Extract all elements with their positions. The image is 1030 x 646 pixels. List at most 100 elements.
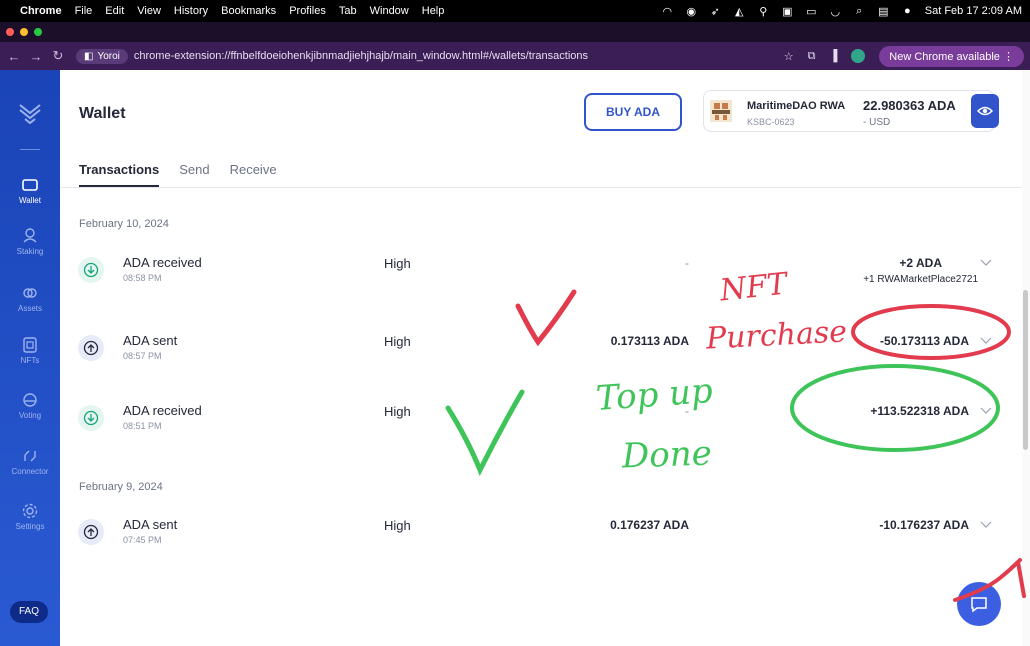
extensions-icon[interactable]: ⧉ (808, 50, 816, 63)
magnify-tool-icon[interactable]: ⚲ (757, 5, 770, 18)
transaction-type: ADA sent (123, 333, 178, 348)
transaction-time: 08:58 PM (123, 273, 162, 283)
control-center-icon[interactable]: ▤ (877, 5, 890, 18)
transaction-amount: +113.522318 ADA (870, 404, 969, 418)
wallet-name: MaritimeDAO RWA (747, 100, 846, 112)
sidebar-item-connector[interactable]: Connector (0, 447, 60, 476)
puzzle-icon: ◧ (84, 50, 94, 62)
sidebar-item-settings[interactable]: Settings (0, 502, 60, 531)
menubar-clock[interactable]: Sat Feb 17 2:09 AM (925, 5, 1022, 17)
back-icon[interactable]: ← (6, 49, 22, 64)
rocket-icon[interactable]: ➶ (709, 5, 722, 18)
sidebar-item-label: Connector (11, 467, 49, 476)
tabs-divider (60, 187, 1022, 188)
transaction-row[interactable]: ADA sent 08:57 PM High 0.173113 ADA -50.… (60, 326, 1022, 376)
sidebar-item-nfts[interactable]: NFTs (0, 336, 60, 365)
chat-support-button[interactable] (957, 582, 1001, 626)
menu-tab[interactable]: Tab (339, 5, 357, 17)
menu-bookmarks[interactable]: Bookmarks (221, 5, 276, 17)
wallet-avatar (710, 100, 732, 122)
buy-ada-button[interactable]: BUY ADA (584, 93, 682, 131)
transaction-row[interactable]: ADA received 08:58 PM High - +2 ADA +1 R… (60, 248, 1022, 298)
toggle-balance-button[interactable] (971, 94, 999, 128)
annotation-top-up: Top up (594, 370, 715, 420)
url-field[interactable]: chrome-extension://ffnbelfdoeiohenkjibnm… (134, 50, 588, 62)
close-window-button[interactable] (6, 28, 14, 36)
annotation-done: Done (621, 433, 713, 477)
transaction-fee: 0.173113 ADA (610, 334, 689, 348)
vpn-icon[interactable]: ◭ (733, 5, 746, 18)
chevron-down-icon[interactable] (980, 405, 992, 415)
annotation-nft: NFT (718, 266, 789, 309)
menu-edit[interactable]: Edit (105, 5, 124, 17)
transaction-type: ADA received (123, 403, 202, 418)
sidebar-divider (20, 149, 40, 150)
faq-button[interactable]: FAQ (10, 601, 48, 623)
sidebar-item-label: Staking (16, 247, 44, 256)
transaction-type: ADA received (123, 255, 202, 270)
sync-icon[interactable]: ◉ (685, 5, 698, 18)
battery-icon[interactable]: ▭ (805, 5, 818, 18)
voting-icon (23, 393, 37, 407)
minimize-window-button[interactable] (20, 28, 28, 36)
new-chrome-label: New Chrome available (889, 50, 1000, 63)
annotation-purchase: Purchase (705, 314, 848, 357)
sidebar-item-wallet[interactable]: Wallet (0, 176, 60, 205)
main-content: Wallet BUY ADA MaritimeDAO RWA KSBC-0623… (60, 70, 1022, 646)
forward-icon[interactable]: → (28, 49, 44, 64)
extension-chip[interactable]: ◧ Yoroi (76, 48, 128, 64)
sidebar-item-staking[interactable]: Staking (0, 227, 60, 256)
menu-profiles[interactable]: Profiles (289, 5, 326, 17)
transaction-type: ADA sent (123, 517, 178, 532)
chevron-down-icon[interactable] (980, 335, 992, 345)
spotlight-icon[interactable]: ⌕ (853, 5, 866, 17)
zoom-window-button[interactable] (34, 28, 42, 36)
settings-icon (22, 503, 38, 519)
connector-icon (24, 450, 36, 462)
tab-receive[interactable]: Receive (230, 162, 277, 187)
lv-icon[interactable]: ▣ (781, 5, 794, 18)
sidebar-item-label: Settings (15, 522, 45, 531)
tab-transactions[interactable]: Transactions (79, 162, 160, 187)
tab-send[interactable]: Send (179, 162, 209, 187)
reload-icon[interactable]: ↻ (50, 48, 66, 64)
airdrop-icon[interactable]: ◠ (661, 5, 674, 18)
transaction-amount: -10.176237 ADA (879, 518, 969, 532)
transaction-amount: -50.173113 ADA (880, 334, 969, 348)
menu-view[interactable]: View (137, 5, 161, 17)
transaction-row[interactable]: ADA received 08:51 PM High - +113.522318… (60, 396, 1022, 446)
chevron-down-icon[interactable] (980, 519, 992, 529)
menu-app-chrome[interactable]: Chrome (20, 5, 62, 17)
wallet-icon (22, 179, 38, 191)
bookmark-star-icon[interactable]: ☆ (784, 50, 794, 63)
wallet-summary-card[interactable]: MaritimeDAO RWA KSBC-0623 22.980363 ADA … (703, 90, 995, 132)
menu-file[interactable]: File (75, 5, 93, 17)
extension-chip-label: Yoroi (97, 50, 120, 62)
yoroi-logo-icon[interactable] (18, 100, 42, 124)
profile-avatar[interactable] (851, 49, 866, 63)
new-chrome-available-button[interactable]: New Chrome available ⋮ (879, 45, 1024, 67)
menu-help[interactable]: Help (422, 5, 445, 17)
wallet-plate: KSBC-0623 (747, 117, 795, 127)
chat-icon (971, 597, 987, 613)
menu-window[interactable]: Window (370, 5, 409, 17)
transaction-amount-token: +1 RWAMarketPlace2721 (863, 274, 978, 285)
menu-history[interactable]: History (174, 5, 208, 17)
wallet-balance-usd: - USD (863, 117, 891, 128)
siri-icon[interactable]: ● (901, 5, 914, 17)
wifi-icon[interactable]: ◡ (829, 5, 842, 18)
chevron-down-icon[interactable] (980, 257, 992, 267)
scrollbar-thumb[interactable] (1023, 290, 1028, 450)
sidebar-item-voting[interactable]: Voting (0, 391, 60, 420)
side-panel-icon[interactable]: ▐ (829, 50, 837, 62)
date-group-label: February 9, 2024 (79, 481, 163, 493)
main-scrollbar[interactable] (1022, 70, 1030, 646)
assets-icon (23, 288, 37, 298)
sidebar-item-assets[interactable]: Assets (0, 284, 60, 313)
transaction-fee: - (685, 256, 689, 270)
transaction-time: 08:57 PM (123, 351, 162, 361)
transaction-row[interactable]: ADA sent 07:45 PM High 0.176237 ADA -10.… (60, 510, 1022, 560)
sidebar-item-label: NFTs (20, 356, 40, 365)
date-group-label: February 10, 2024 (79, 218, 169, 230)
sent-icon (78, 335, 104, 361)
